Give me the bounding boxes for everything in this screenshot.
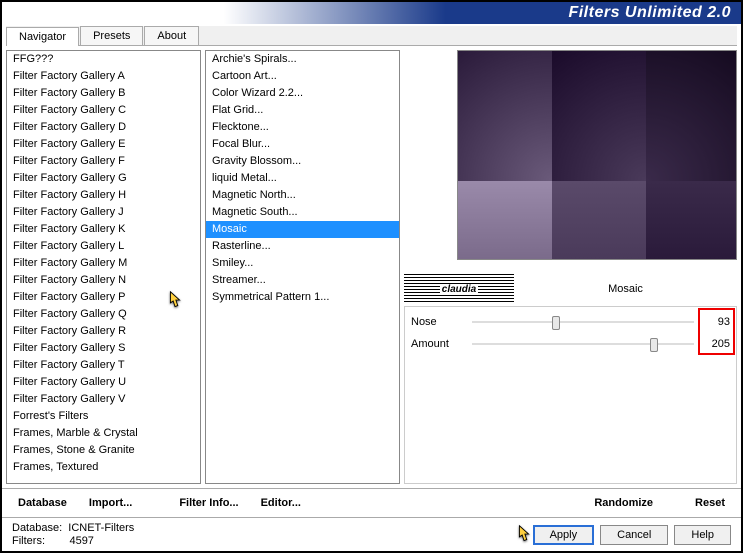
cancel-button[interactable]: Cancel <box>600 525 668 545</box>
import-button[interactable]: Import... <box>83 495 138 511</box>
param-row: Nose 93 <box>411 311 730 333</box>
category-item[interactable]: Filter Factory Gallery B <box>7 85 200 102</box>
tab-presets[interactable]: Presets <box>80 26 143 45</box>
filter-item[interactable]: Magnetic South... <box>206 204 399 221</box>
reset-button[interactable]: Reset <box>689 495 731 511</box>
filter-name-row: claudia Mosaic <box>404 274 737 304</box>
category-item[interactable]: Filter Factory Gallery Q <box>7 306 200 323</box>
right-panel: claudia Mosaic Nose 93 Amount 205 <box>404 50 737 484</box>
tabs: Navigator Presets About <box>6 26 737 46</box>
param-label: Nose <box>411 316 466 328</box>
param-slider[interactable] <box>472 313 694 331</box>
tab-navigator[interactable]: Navigator <box>6 27 79 46</box>
tab-about[interactable]: About <box>144 26 199 45</box>
filter-item[interactable]: Mosaic <box>206 221 399 238</box>
category-item[interactable]: Filter Factory Gallery H <box>7 187 200 204</box>
parameters-panel: Nose 93 Amount 205 <box>404 306 737 484</box>
category-item[interactable]: Filter Factory Gallery U <box>7 374 200 391</box>
category-item[interactable]: Filter Factory Gallery A <box>7 68 200 85</box>
filter-item[interactable]: Archie's Spirals... <box>206 51 399 68</box>
filter-info-button[interactable]: Filter Info... <box>173 495 244 511</box>
filter-item[interactable]: Symmetrical Pattern 1... <box>206 289 399 306</box>
param-value: 205 <box>700 338 730 350</box>
category-item[interactable]: Forrest's Filters <box>7 408 200 425</box>
filter-item[interactable]: Flecktone... <box>206 119 399 136</box>
database-value: ICNET-Filters <box>68 522 134 534</box>
filter-item[interactable]: Magnetic North... <box>206 187 399 204</box>
titlebar: Filters Unlimited 2.0 <box>2 2 741 24</box>
filter-item[interactable]: Rasterline... <box>206 238 399 255</box>
category-item[interactable]: Filter Factory Gallery E <box>7 136 200 153</box>
filter-list[interactable]: Archie's Spirals...Cartoon Art...Color W… <box>205 50 400 484</box>
randomize-button[interactable]: Randomize <box>588 495 659 511</box>
filters-count-label: Filters: <box>12 535 45 547</box>
filters-count-value: 4597 <box>69 535 93 547</box>
filter-item[interactable]: Focal Blur... <box>206 136 399 153</box>
category-item[interactable]: Filter Factory Gallery R <box>7 323 200 340</box>
editor-button[interactable]: Editor... <box>255 495 307 511</box>
param-slider[interactable] <box>472 335 694 353</box>
main-content: FFG???Filter Factory Gallery AFilter Fac… <box>2 46 741 488</box>
category-item[interactable]: Filter Factory Gallery S <box>7 340 200 357</box>
category-item[interactable]: Filter Factory Gallery D <box>7 119 200 136</box>
filter-item[interactable]: Gravity Blossom... <box>206 153 399 170</box>
category-item[interactable]: Frames, Stone & Granite <box>7 442 200 459</box>
category-item[interactable]: Filter Factory Gallery P <box>7 289 200 306</box>
category-item[interactable]: Filter Factory Gallery N <box>7 272 200 289</box>
database-label: Database: <box>12 522 62 534</box>
category-item[interactable]: Filter Factory Gallery C <box>7 102 200 119</box>
category-item[interactable]: Filter Factory Gallery J <box>7 204 200 221</box>
claudia-logo: claudia <box>404 274 514 304</box>
window-title: Filters Unlimited 2.0 <box>568 4 731 22</box>
category-item[interactable]: Filter Factory Gallery L <box>7 238 200 255</box>
filter-item[interactable]: Color Wizard 2.2... <box>206 85 399 102</box>
category-item[interactable]: Filter Factory Gallery V <box>7 391 200 408</box>
filter-item[interactable]: Cartoon Art... <box>206 68 399 85</box>
status-row: Database: ICNET-Filters Filters: 4597 Ap… <box>2 517 741 551</box>
category-list[interactable]: FFG???Filter Factory Gallery AFilter Fac… <box>6 50 201 484</box>
category-item[interactable]: Frames, Marble & Crystal <box>7 425 200 442</box>
lower-button-row: Database Import... Filter Info... Editor… <box>2 488 741 517</box>
filters-unlimited-dialog: Filters Unlimited 2.0 Navigator Presets … <box>0 0 743 553</box>
apply-button[interactable]: Apply <box>533 525 595 545</box>
category-item[interactable]: Filter Factory Gallery F <box>7 153 200 170</box>
category-item[interactable]: Filter Factory Gallery G <box>7 170 200 187</box>
filter-item[interactable]: Flat Grid... <box>206 102 399 119</box>
filter-item[interactable]: Smiley... <box>206 255 399 272</box>
category-item[interactable]: Filter Factory Gallery M <box>7 255 200 272</box>
category-item[interactable]: FFG??? <box>7 51 200 68</box>
database-button[interactable]: Database <box>12 495 73 511</box>
param-value: 93 <box>700 316 730 328</box>
pointer-cursor-icon <box>513 524 535 546</box>
status-info: Database: ICNET-Filters Filters: 4597 <box>12 522 134 547</box>
param-row: Amount 205 <box>411 333 730 355</box>
category-item[interactable]: Filter Factory Gallery K <box>7 221 200 238</box>
preview-image <box>457 50 737 260</box>
help-button[interactable]: Help <box>674 525 731 545</box>
category-item[interactable]: Frames, Textured <box>7 459 200 476</box>
filter-item[interactable]: Streamer... <box>206 272 399 289</box>
category-item[interactable]: Filter Factory Gallery T <box>7 357 200 374</box>
param-label: Amount <box>411 338 466 350</box>
current-filter-name: Mosaic <box>514 283 737 295</box>
filter-item[interactable]: liquid Metal... <box>206 170 399 187</box>
